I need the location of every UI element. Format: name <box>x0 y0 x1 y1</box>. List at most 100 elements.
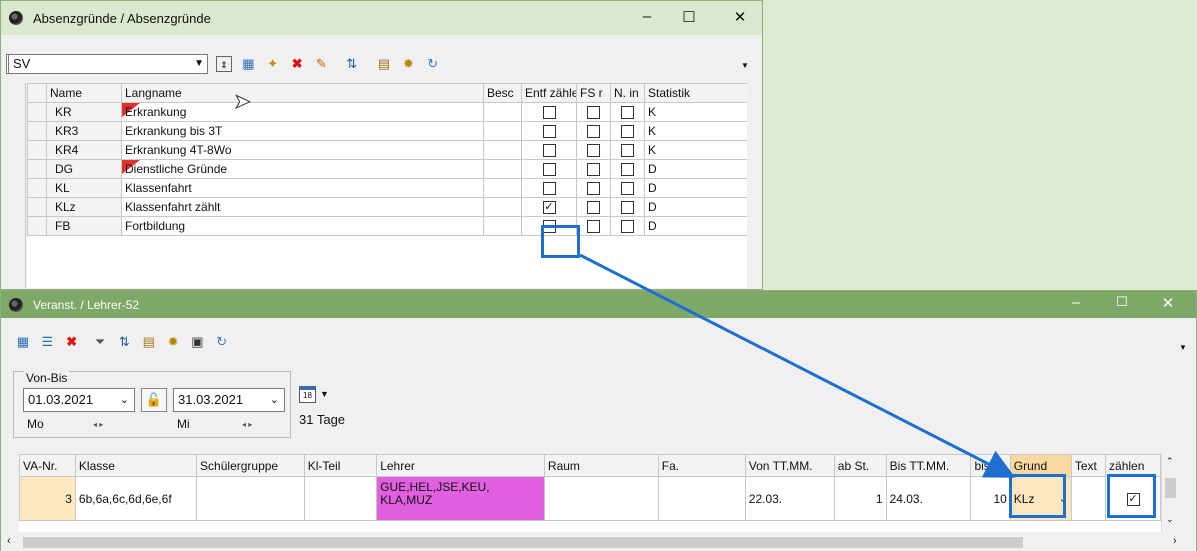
entf-cell[interactable]: ✓ <box>521 197 577 217</box>
klasse-cell[interactable]: 6b,6a,6c,6d,6e,6f <box>74 476 198 521</box>
refresh-icon[interactable]: ↻ <box>214 334 230 350</box>
nin-cell[interactable] <box>610 140 645 160</box>
fs-checkbox[interactable] <box>587 144 600 158</box>
column-header-entf[interactable]: Entf zähle <box>521 83 577 103</box>
calendar-icon[interactable]: ▣ <box>189 334 205 350</box>
besc-cell[interactable] <box>483 178 522 198</box>
table-row[interactable]: KLz Klassenfahrt zählt ✓ D <box>27 197 747 217</box>
bis-st-cell[interactable]: 10 <box>970 476 1011 521</box>
statistik-cell[interactable]: D <box>644 197 747 217</box>
table-row[interactable]: DG Dienstliche Gründe D <box>27 159 747 179</box>
grid-icon[interactable]: ▦ <box>240 56 256 72</box>
statistik-cell[interactable]: K <box>644 121 747 141</box>
fs-cell[interactable] <box>576 102 611 122</box>
fs-cell[interactable] <box>576 216 611 236</box>
entf-checkbox[interactable] <box>542 182 556 196</box>
print-icon[interactable]: ▤ <box>376 56 392 72</box>
raum-cell[interactable] <box>543 476 659 521</box>
besc-cell[interactable] <box>483 216 522 236</box>
scroll-up-icon[interactable]: ⌃ <box>1166 456 1174 467</box>
chevron-down-icon[interactable]: ⌄ <box>120 389 129 411</box>
close-button[interactable]: ✕ <box>1148 294 1188 312</box>
va-nr-cell[interactable]: 3 <box>19 476 76 521</box>
from-day-stepper[interactable]: ◂ ▸ <box>93 420 103 429</box>
fs-checkbox[interactable] <box>587 106 600 120</box>
row-indicator[interactable] <box>27 140 47 160</box>
besc-cell[interactable] <box>483 159 522 179</box>
filter-input[interactable]: SV ▼ <box>8 54 208 74</box>
name-cell[interactable]: FB <box>46 216 122 236</box>
entf-checkbox[interactable] <box>542 144 556 158</box>
entf-cell[interactable] <box>521 121 577 141</box>
scrollbar-thumb[interactable] <box>1165 478 1176 498</box>
filter-icon[interactable]: ⏷ <box>92 334 108 350</box>
vertical-scrollbar[interactable]: ⌃ ⌄ <box>1161 454 1178 532</box>
to-date-picker[interactable]: 31.03.2021 ⌄ <box>173 388 285 412</box>
entf-cell[interactable] <box>521 178 577 198</box>
entf-cell[interactable] <box>521 159 577 179</box>
entf-cell[interactable] <box>521 102 577 122</box>
nin-checkbox[interactable] <box>621 144 634 158</box>
column-header-nin[interactable]: N. in <box>610 83 645 103</box>
fs-cell[interactable] <box>576 178 611 198</box>
scroll-down-icon[interactable]: ⌄ <box>1166 514 1174 525</box>
name-cell[interactable]: KR4 <box>46 140 122 160</box>
bis-cell[interactable]: 24.03. <box>885 476 972 521</box>
nin-cell[interactable] <box>610 121 645 141</box>
besc-cell[interactable] <box>483 121 522 141</box>
statistik-cell[interactable]: K <box>644 140 747 160</box>
list-icon[interactable]: ☰ <box>39 334 55 350</box>
besc-cell[interactable] <box>483 102 522 122</box>
column-header-langname[interactable]: Langname <box>121 83 484 103</box>
row-indicator[interactable] <box>27 102 47 122</box>
scrollbar-thumb[interactable] <box>23 537 1023 548</box>
absenzgruende-titlebar[interactable]: Absenzgründe / Absenzgründe – ☐ ✕ <box>1 1 762 35</box>
name-cell[interactable]: KR3 <box>46 121 122 141</box>
column-header-von[interactable]: Von TT.MM. <box>744 454 835 477</box>
maximize-button[interactable]: ☐ <box>669 8 709 26</box>
lehrer-cell[interactable]: GUE,HEL,JSE,KEU, KLA,MUZ <box>376 476 545 521</box>
nin-checkbox[interactable] <box>621 125 634 139</box>
veranst-titlebar[interactable]: Veranst. / Lehrer-52 – ☐ ✕ <box>1 291 1196 318</box>
entf-checkbox[interactable] <box>542 125 556 139</box>
delete-icon[interactable]: ✖ <box>289 56 305 72</box>
statistik-cell[interactable]: D <box>644 216 747 236</box>
lock-icon[interactable]: 🔓 <box>141 388 167 412</box>
nin-cell[interactable] <box>610 197 645 217</box>
langname-cell[interactable]: Fortbildung <box>121 216 484 236</box>
gear-icon[interactable]: ✹ <box>400 56 416 72</box>
scroll-right-icon[interactable]: › <box>1173 535 1177 547</box>
fs-cell[interactable] <box>576 140 611 160</box>
calendar-icon[interactable]: 18 <box>299 386 316 403</box>
nin-cell[interactable] <box>610 159 645 179</box>
new-icon[interactable]: ✦ <box>265 56 281 72</box>
besc-cell[interactable] <box>483 197 522 217</box>
kl-teil-cell[interactable] <box>303 476 378 521</box>
name-cell[interactable]: KR <box>46 102 122 122</box>
statistik-cell[interactable]: D <box>644 178 747 198</box>
column-header-besc[interactable]: Besc <box>483 83 522 103</box>
column-header-statistik[interactable]: Statistik <box>644 83 747 103</box>
langname-cell[interactable]: Klassenfahrt zählt <box>121 197 484 217</box>
chevron-down-icon[interactable]: ▼ <box>320 389 329 399</box>
sort-icon[interactable]: ⇅ <box>116 334 132 350</box>
nin-checkbox[interactable] <box>621 106 634 120</box>
column-header-schuelergruppe[interactable]: Schülergruppe <box>196 454 305 477</box>
sort-icon[interactable]: ⇅ <box>344 56 360 72</box>
fs-checkbox[interactable] <box>587 201 600 215</box>
table-row[interactable]: KL Klassenfahrt D <box>27 178 747 198</box>
table-row[interactable]: KR4 Erkrankung 4T-8Wo K <box>27 140 747 160</box>
gear-icon[interactable]: ✹ <box>165 334 181 350</box>
column-header-fa[interactable]: Fa. <box>657 454 746 477</box>
ab-st-cell[interactable]: 1 <box>833 476 887 521</box>
close-button[interactable]: ✕ <box>720 8 760 26</box>
column-header-bis-st[interactable]: bis St. <box>970 454 1011 477</box>
from-date-picker[interactable]: 01.03.2021 ⌄ <box>23 388 135 412</box>
delete-icon[interactable]: ✖ <box>64 334 80 350</box>
minimize-button[interactable]: – <box>1056 294 1096 311</box>
entf-checkbox[interactable] <box>542 106 556 120</box>
row-indicator[interactable] <box>27 159 47 179</box>
fs-checkbox[interactable] <box>587 220 600 234</box>
column-header-bis[interactable]: Bis TT.MM. <box>885 454 972 477</box>
von-cell[interactable]: 22.03. <box>744 476 835 521</box>
